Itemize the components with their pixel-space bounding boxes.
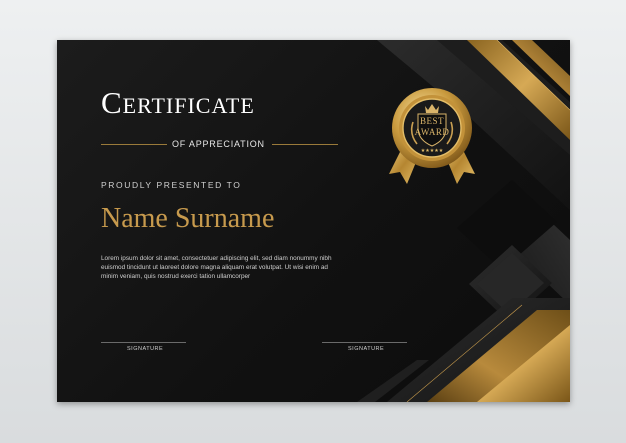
signature-line-left	[101, 342, 186, 343]
award-badge: ★★★★★ BEST AWARD	[377, 80, 487, 190]
certificate-subtitle: OF APPRECIATION	[172, 139, 265, 149]
subtitle-line-right	[272, 144, 338, 145]
certificate-title: Certificate	[101, 85, 255, 120]
svg-text:★★★★★: ★★★★★	[421, 148, 444, 154]
signature-label-left: SIGNATURE	[127, 346, 164, 352]
signature-label-right: SIGNATURE	[348, 346, 385, 352]
certificate-body-text: Lorem ipsum dolor sit amet, consectetuer…	[101, 255, 332, 280]
presented-to-label: PROUDLY PRESENTED TO	[101, 180, 242, 190]
badge-text-line1: BEST	[419, 116, 444, 126]
certificate-card: Certificate OF APPRECIATION PROUDLY PRES…	[57, 40, 570, 402]
subtitle-line-left	[101, 144, 167, 145]
signature-line-right	[322, 342, 407, 343]
badge-text-line2: AWARD	[414, 127, 450, 137]
recipient-name: Name Surname	[101, 203, 275, 234]
